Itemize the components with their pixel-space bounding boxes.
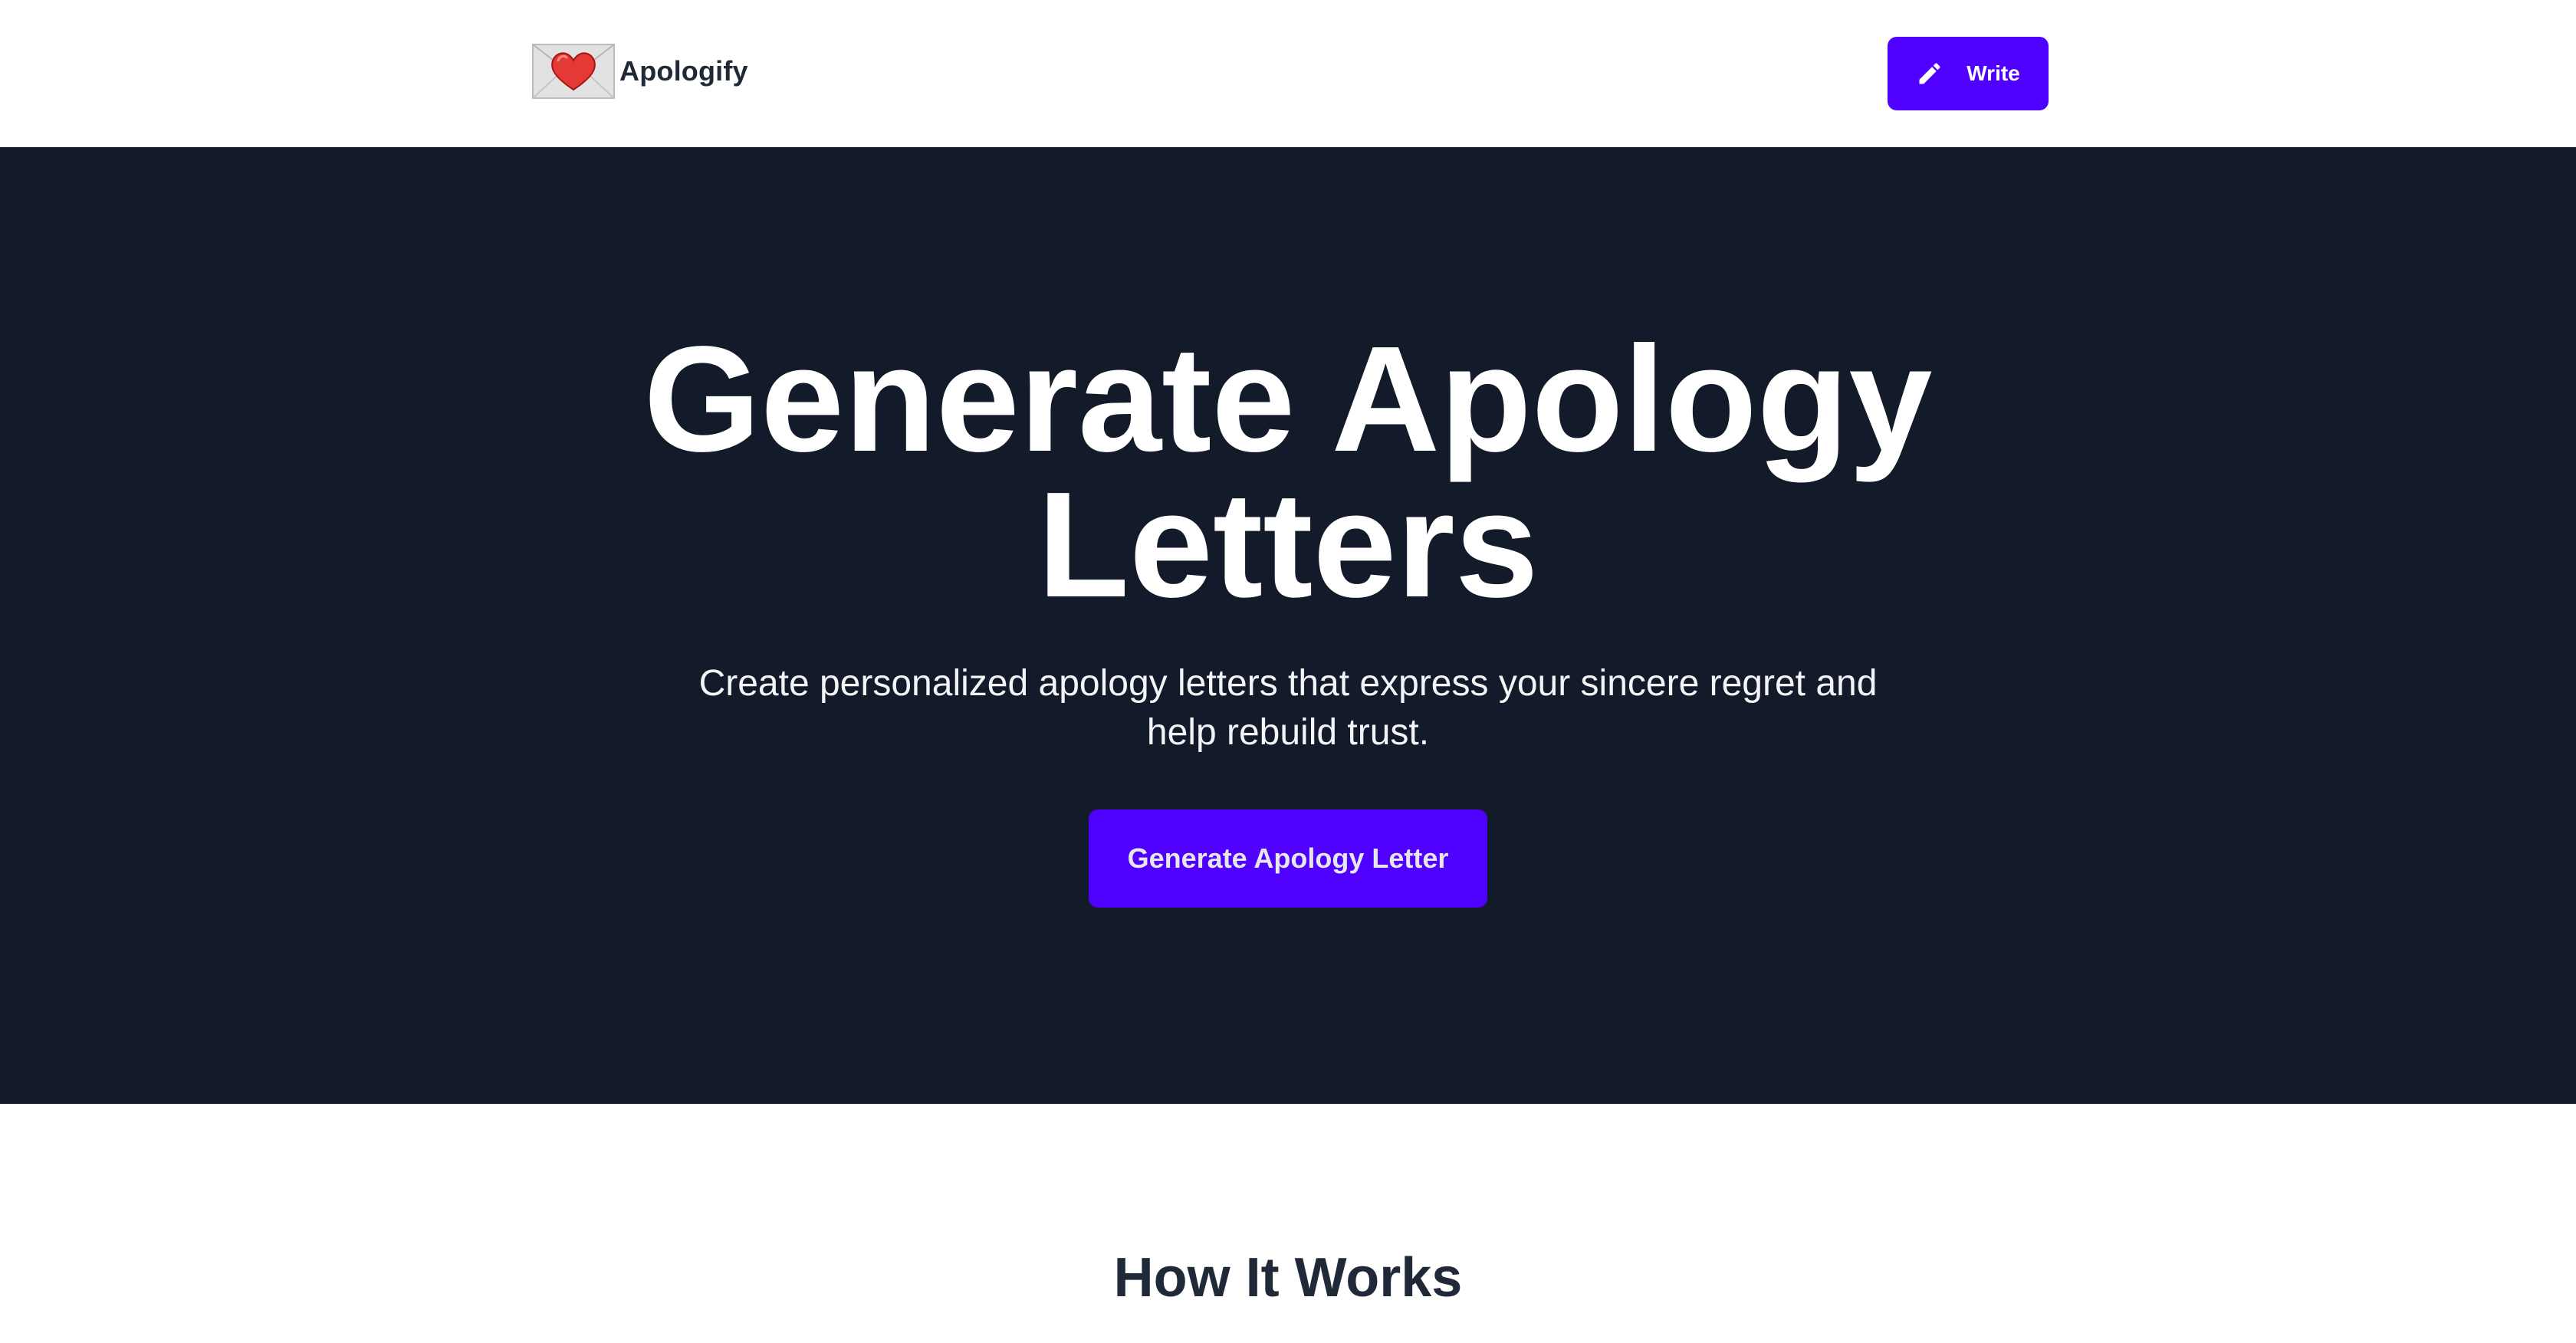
pencil-icon: [1916, 60, 1944, 87]
hero-section: Generate Apology Letters Create personal…: [0, 147, 2576, 1104]
write-button-label: Write: [1967, 61, 2020, 85]
write-button[interactable]: Write: [1888, 37, 2049, 110]
hero-subtitle: Create personalized apology letters that…: [698, 663, 1878, 753]
hero-title-line-1: Generate Apology: [643, 315, 1933, 483]
hero-title-line-2: Letters: [1037, 461, 1539, 629]
how-it-works-title: How It Works: [1113, 1247, 1463, 1309]
brand-name: Apologify: [619, 55, 748, 87]
hero-title: Generate Apology Letters: [0, 315, 2576, 629]
brand[interactable]: Apologify: [532, 43, 748, 100]
love-letter-icon: [532, 44, 615, 99]
generate-apology-letter-button[interactable]: Generate Apology Letter: [1089, 809, 1487, 908]
site-header: Apologify Write: [0, 0, 2576, 147]
